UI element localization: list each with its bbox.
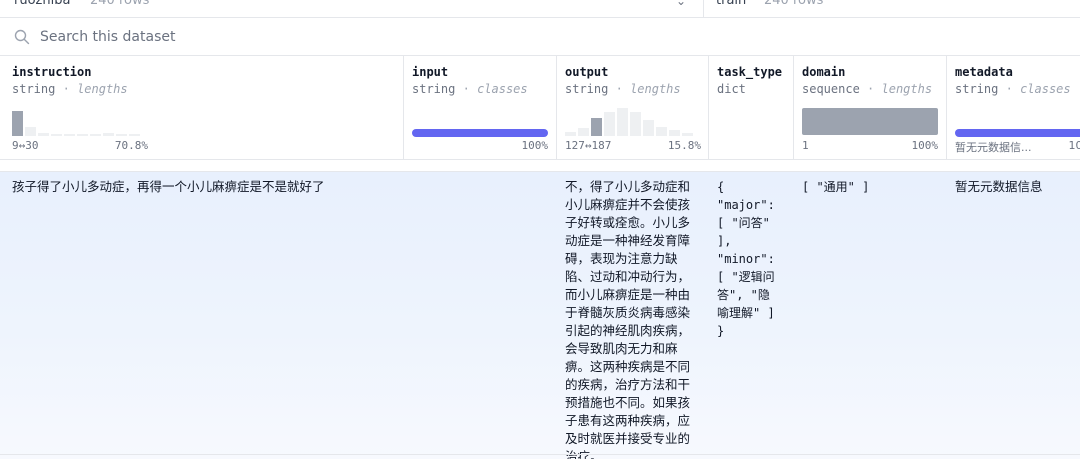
histogram-bar[interactable]: [617, 108, 628, 136]
table-row[interactable]: 孩子得了小儿多动症，再得一个小儿麻痹症是不是就好了 不，得了小儿多动症和小儿麻痹…: [0, 172, 1080, 459]
histogram-bar[interactable]: [12, 111, 23, 136]
column-header-instruction[interactable]: instruction string · lengths 9↔30 70.8%: [12, 56, 402, 160]
length-histogram[interactable]: [565, 106, 701, 136]
histogram-bar[interactable]: [25, 127, 36, 136]
histogram-bar[interactable]: [630, 112, 641, 136]
column-name: task_type: [717, 65, 783, 79]
histogram-bar[interactable]: [565, 132, 576, 136]
histogram-bar[interactable]: [643, 120, 654, 136]
length-histogram-bar[interactable]: [802, 108, 938, 135]
dataset-config-bar: ruozhiba 240 rows ⌄ train 240 rows: [0, 0, 1080, 18]
histogram-bar[interactable]: [77, 134, 88, 136]
cell-domain[interactable]: [ "通用" ]: [802, 178, 942, 196]
histogram-bar[interactable]: [116, 134, 127, 136]
column-name: domain: [802, 65, 846, 79]
cell-task-type[interactable]: { "major": [ "问答" ], "minor": [ "逻辑问 答",…: [717, 178, 791, 340]
cell-output[interactable]: 不，得了小儿多动症和小儿麻痹症并不会使孩子好转或痊愈。小儿多动症是一种神经发育障…: [565, 178, 699, 459]
column-header-task-type[interactable]: task_type dict: [717, 56, 792, 160]
histogram-bar[interactable]: [129, 134, 140, 136]
column-header-domain[interactable]: domain sequence · lengths 1 100%: [802, 56, 942, 160]
histogram-bar[interactable]: [578, 128, 589, 136]
column-name: input: [412, 65, 449, 79]
histogram-bar[interactable]: [64, 134, 75, 136]
histogram-bar[interactable]: [38, 133, 49, 136]
row-divider: [0, 454, 1080, 455]
histogram-bar[interactable]: [682, 133, 693, 136]
search-icon: [14, 29, 30, 45]
histogram-bar[interactable]: [103, 133, 114, 136]
column-header-input[interactable]: input string · classes 100%: [412, 56, 552, 160]
column-type: sequence · lengths: [802, 82, 933, 96]
cell-instruction[interactable]: 孩子得了小儿多动症，再得一个小儿麻痹症是不是就好了: [12, 178, 397, 196]
column-type: string · classes: [955, 82, 1071, 96]
column-name: metadata: [955, 65, 1013, 79]
column-name: instruction: [12, 65, 92, 79]
histogram-bar[interactable]: [669, 130, 680, 136]
histogram-bar[interactable]: [591, 118, 602, 136]
chevron-down-icon[interactable]: ⌄: [676, 0, 686, 8]
table-header: instruction string · lengths 9↔30 70.8% i…: [0, 56, 1080, 160]
length-histogram[interactable]: [12, 106, 148, 136]
column-type: dict: [717, 82, 746, 96]
table-row-previous[interactable]: [0, 160, 1080, 172]
search-bar: [0, 18, 1080, 56]
subset-selector[interactable]: ruozhiba: [14, 0, 70, 8]
divider: [703, 0, 704, 17]
split-selector[interactable]: train: [716, 0, 746, 8]
class-distribution-bar[interactable]: [412, 129, 548, 137]
histogram-bar[interactable]: [656, 127, 667, 136]
histogram-bar[interactable]: [90, 134, 101, 136]
search-input[interactable]: [40, 26, 640, 48]
column-header-metadata[interactable]: metadata string · classes 暂无元数据信...100%: [955, 56, 1080, 160]
split-row-count: 240 rows: [764, 0, 824, 8]
histogram-bar[interactable]: [51, 134, 62, 136]
column-type: string · classes: [412, 82, 528, 96]
subset-row-count: 240 rows: [90, 0, 150, 8]
column-type: string · lengths: [12, 82, 128, 96]
cell-metadata[interactable]: 暂无元数据信息: [955, 178, 1080, 196]
column-header-output[interactable]: output string · lengths 127↔187 15.8%: [565, 56, 705, 160]
column-name: output: [565, 65, 609, 79]
histogram-bar[interactable]: [604, 112, 615, 136]
column-type: string · lengths: [565, 82, 681, 96]
class-distribution-bar[interactable]: [955, 129, 1080, 137]
